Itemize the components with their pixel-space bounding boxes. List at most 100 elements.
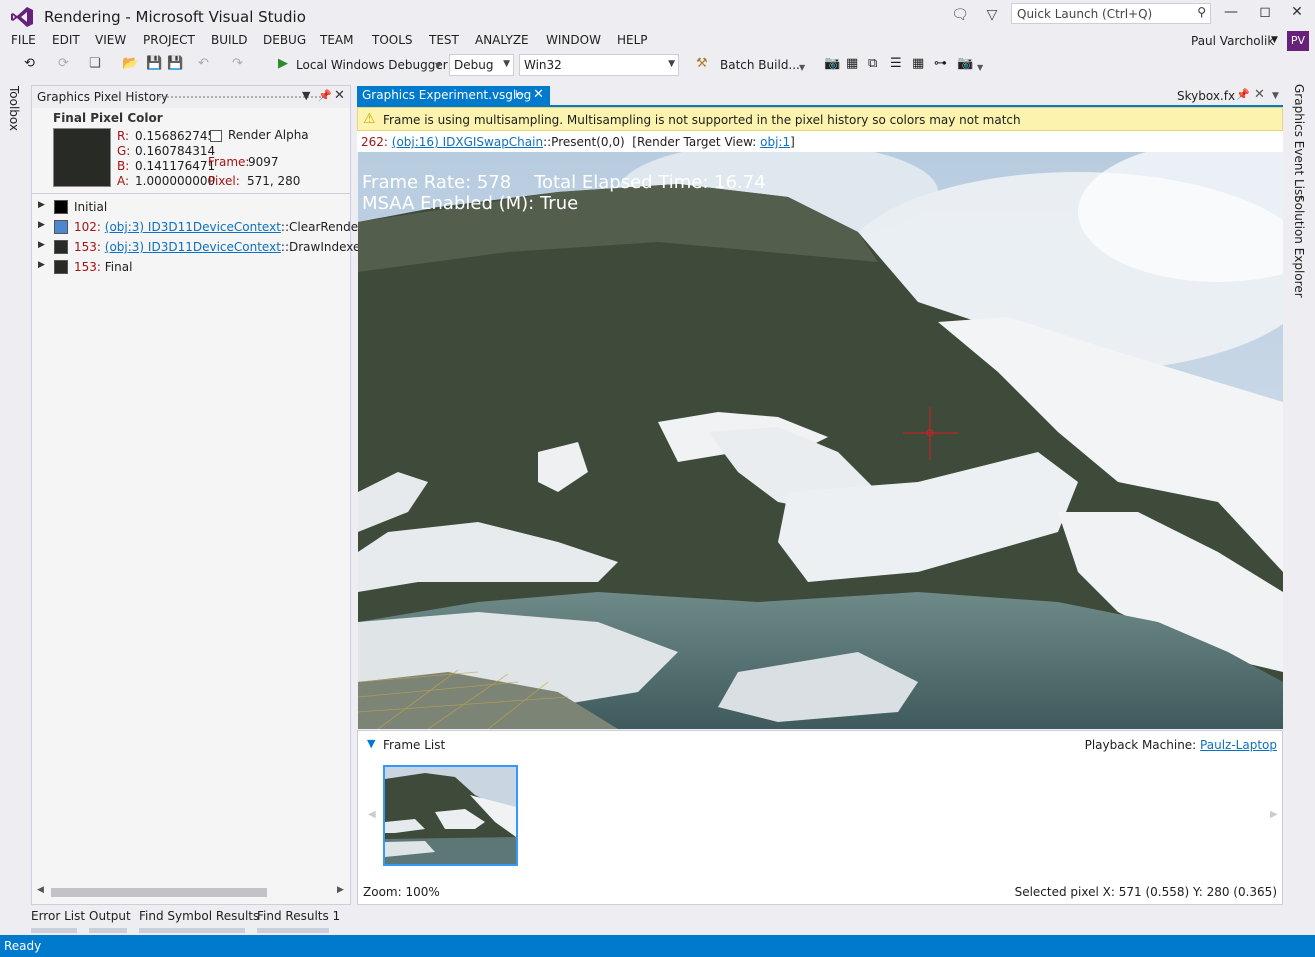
render-target-link[interactable]: obj:1 <box>760 135 790 149</box>
toolbox-tab[interactable]: Toolbox <box>7 86 21 131</box>
horizontal-scrollbar[interactable]: ◀ ▶ <box>37 884 345 900</box>
render-alpha-label: Render Alpha <box>228 128 309 142</box>
color-swatch <box>54 240 68 254</box>
scroll-left-icon[interactable]: ◀ <box>368 809 376 820</box>
back-icon[interactable]: ⟲ <box>24 56 35 71</box>
objects-table-icon[interactable]: ⧉ <box>868 56 877 71</box>
menu-edit[interactable]: EDIT <box>52 33 80 47</box>
standard-toolbar: ⟲ ⟳ ❏ 📂 💾 💾 ↶ ↷ ▶ Local Windows Debugger… <box>0 53 1315 79</box>
tab-indicator <box>257 928 329 933</box>
frame-value: 9097 <box>248 155 279 169</box>
close-icon[interactable]: ✕ <box>334 88 345 103</box>
panel-title: Graphics Pixel History <box>37 90 169 104</box>
save-icon[interactable]: 💾 <box>146 56 162 71</box>
user-name[interactable]: Paul Varcholik <box>1191 34 1274 48</box>
scroll-left-icon[interactable]: ◀ <box>37 885 44 895</box>
swapchain-link[interactable]: (obj:16) IDXGISwapChain <box>392 135 543 149</box>
chevron-down-icon[interactable]: ▼ <box>977 63 983 72</box>
menu-project[interactable]: PROJECT <box>143 33 195 47</box>
forward-icon[interactable]: ⟳ <box>58 56 69 71</box>
chevron-down-icon[interactable]: ▼ <box>1271 35 1278 45</box>
feedback-icon[interactable]: 🗨 <box>951 6 969 24</box>
render-alpha-checkbox[interactable] <box>210 130 222 142</box>
table-icon[interactable]: ▦ <box>912 56 924 71</box>
undo-icon[interactable]: ↶ <box>198 56 209 71</box>
close-icon[interactable]: ✕ <box>533 87 544 102</box>
batch-build-icon[interactable]: ⚒ <box>696 56 708 71</box>
tab-output[interactable]: Output <box>89 909 131 923</box>
drag-grip[interactable] <box>158 95 323 100</box>
scroll-right-icon[interactable]: ▶ <box>337 885 344 895</box>
event-list-icon[interactable]: ☰ <box>890 56 902 71</box>
expand-icon[interactable]: ▶ <box>38 260 45 270</box>
tab-find-results-1[interactable]: Find Results 1 <box>257 909 340 923</box>
solution-explorer-tab[interactable]: Solution Explorer <box>1292 195 1306 298</box>
divider <box>32 193 350 194</box>
tab-error-list[interactable]: Error List <box>31 909 85 923</box>
pin-icon[interactable]: 📌 <box>1236 88 1250 101</box>
pin-icon[interactable]: 📌 <box>318 89 332 102</box>
tab-skybox[interactable]: Skybox.fx <box>1177 89 1235 103</box>
collapse-icon[interactable]: ▼ <box>367 737 375 750</box>
history-row-final[interactable]: ▶ 153: Final <box>32 257 350 277</box>
batch-build-button[interactable]: Batch Build... <box>720 58 800 72</box>
status-bar: Ready <box>0 935 1315 957</box>
menu-test[interactable]: TEST <box>429 33 459 47</box>
selected-pixel-readout: Selected pixel X: 571 (0.558) Y: 280 (0.… <box>1014 885 1277 899</box>
scrollbar-thumb[interactable] <box>51 888 267 897</box>
call-stack-icon[interactable]: ⊶ <box>934 56 947 71</box>
quick-launch-input[interactable]: Quick Launch (Ctrl+Q) ⚲ <box>1011 3 1211 24</box>
menu-file[interactable]: FILE <box>11 33 36 47</box>
menu-team[interactable]: TEAM <box>320 33 353 47</box>
close-window-button[interactable]: ✕ <box>1285 4 1309 24</box>
expand-icon[interactable]: ▶ <box>38 240 45 250</box>
history-row-draw[interactable]: ▶ 153: (obj:3) ID3D11DeviceContext::Draw… <box>32 237 403 257</box>
platform-select[interactable]: Win32 ▼ <box>519 54 679 76</box>
graphics-event-list-tab[interactable]: Graphics Event List <box>1292 84 1306 200</box>
history-row-initial[interactable]: ▶ Initial <box>32 197 350 217</box>
expand-icon[interactable]: ▶ <box>38 200 45 210</box>
call-number: 262: <box>361 135 388 149</box>
configuration-select[interactable]: Debug ▼ <box>449 54 514 76</box>
pipeline-icon[interactable]: ▦ <box>846 56 858 71</box>
maximize-button[interactable]: ◻ <box>1253 4 1277 24</box>
chevron-down-icon[interactable]: ▼ <box>302 89 310 102</box>
menu-window[interactable]: WINDOW <box>546 33 601 47</box>
menu-analyze[interactable]: ANALYZE <box>475 33 529 47</box>
close-icon[interactable]: ✕ <box>1254 87 1265 102</box>
expand-icon[interactable]: ▶ <box>38 220 45 230</box>
history-row-clear[interactable]: ▶ 102: (obj:3) ID3D11DeviceContext::Clea… <box>32 217 396 237</box>
tab-find-symbol-results[interactable]: Find Symbol Results <box>139 909 259 923</box>
start-debugging-icon[interactable]: ▶ <box>278 56 288 71</box>
playback-machine-link[interactable]: Paulz-Laptop <box>1200 738 1277 752</box>
menu-debug[interactable]: DEBUG <box>263 33 306 47</box>
chevron-down-icon[interactable]: ▼ <box>1272 91 1279 101</box>
menu-build[interactable]: BUILD <box>211 33 247 47</box>
menu-help[interactable]: HELP <box>617 33 648 47</box>
chevron-down-icon[interactable]: ▼ <box>799 63 805 72</box>
menu-tools[interactable]: TOOLS <box>372 33 413 47</box>
capture-frame-icon[interactable]: 📷 <box>824 56 840 71</box>
scroll-right-icon[interactable]: ▶ <box>1270 809 1278 820</box>
save-all-icon[interactable]: 💾 <box>167 56 183 71</box>
camera-disabled-icon[interactable]: 📷 <box>957 56 973 71</box>
history-call: 102: (obj:3) ID3D11DeviceContext::ClearR… <box>74 220 396 234</box>
object-link[interactable]: (obj:3) ID3D11DeviceContext <box>105 240 281 254</box>
filter-icon[interactable]: ▽ <box>983 6 1001 24</box>
menu-view[interactable]: VIEW <box>95 33 126 47</box>
rendered-frame[interactable] <box>358 152 1283 729</box>
tab-graphics-experiment[interactable]: Graphics Experiment.vsglog ⊢ ✕ <box>357 86 550 105</box>
pin-icon[interactable]: ⊢ <box>515 88 525 101</box>
debugger-label[interactable]: Local Windows Debugger <box>296 58 448 72</box>
zoom-level: Zoom: 100% <box>363 885 440 899</box>
frame-thumbnail[interactable] <box>383 765 518 866</box>
open-folder-icon[interactable]: 📂 <box>122 56 138 71</box>
minimize-button[interactable]: — <box>1219 4 1243 24</box>
avatar[interactable]: PV <box>1287 31 1309 51</box>
chevron-down-icon[interactable]: ▼ <box>435 61 441 70</box>
redo-icon[interactable]: ↷ <box>232 56 243 71</box>
render-target-view[interactable]: Frame Rate: 578 Total Elapsed Time: 16.7… <box>358 152 1283 729</box>
object-link[interactable]: (obj:3) ID3D11DeviceContext <box>105 220 281 234</box>
new-project-icon[interactable]: ❏ <box>89 56 101 71</box>
call-info: 262: (obj:16) IDXGISwapChain::Present(0,… <box>361 135 795 149</box>
